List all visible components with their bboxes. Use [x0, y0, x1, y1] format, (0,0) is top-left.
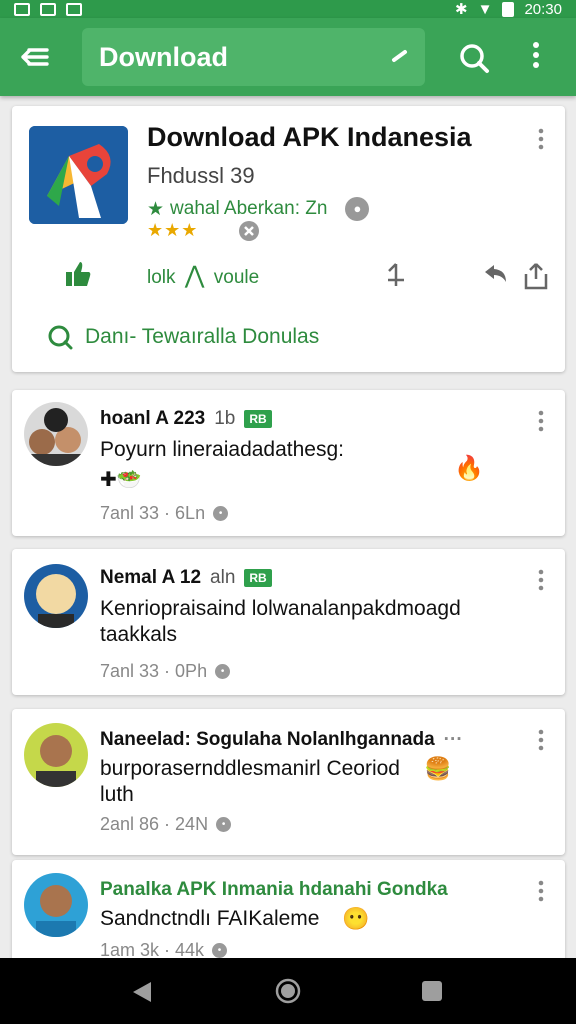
more-vert-icon[interactable]	[537, 569, 545, 591]
author-name: Nemal A 12	[100, 567, 202, 588]
comment-author: Nemal A 12 aln RB	[100, 567, 272, 589]
clock-icon: •	[216, 817, 232, 832]
emoji-icon: 😶	[342, 906, 370, 931]
edit-icon[interactable]	[391, 47, 409, 65]
notification-icon	[14, 2, 30, 16]
star-icon: ★	[147, 198, 165, 220]
burger-icon: 🍔	[424, 756, 452, 781]
app-bar-title: Download	[99, 41, 228, 72]
author-name: Panalka APK Inmania hdanahi Gondka	[100, 879, 448, 900]
status-notification-icons	[14, 2, 82, 16]
bluetooth-icon: ✱	[455, 1, 468, 18]
clock-icon: •	[213, 506, 229, 521]
share-icon[interactable]	[523, 262, 549, 290]
clock-icon: •	[215, 664, 231, 679]
reply-icon[interactable]	[482, 262, 508, 286]
more-vert-icon[interactable]	[537, 128, 545, 150]
avatar[interactable]	[24, 723, 88, 787]
action-count: lolk	[147, 267, 176, 288]
comment-author: hoanl A 223 1b RB	[100, 408, 272, 430]
comment-time: 7anl 33 · 0Ph •	[100, 661, 231, 682]
lambda-icon: ⋀	[184, 262, 205, 289]
star-rating: ★★★	[147, 220, 199, 240]
author-name: hoanl A 223	[100, 408, 206, 429]
status-badge: RB	[244, 569, 272, 587]
comment-card[interactable]: Panalka APK Inmania hdanahi Gondka Sandn…	[12, 860, 565, 970]
comment-card[interactable]: Naneelad: Sogulaha Nolanlhgannada ··· bu…	[12, 709, 565, 855]
download-text: Danı- Tewaıralla Donulas	[85, 325, 320, 348]
home-nav-icon[interactable]	[275, 978, 301, 1004]
status-badge: RB	[244, 410, 272, 428]
system-nav-bar	[0, 958, 576, 1024]
comment-card[interactable]: hoanl A 223 1b RB Poyurn lineraiadadathe…	[12, 390, 565, 536]
close-icon[interactable]	[238, 220, 260, 242]
status-bar: ✱ ▼ 20:30	[0, 0, 576, 18]
comment-time: 2anl 86 · 24N •	[100, 814, 232, 835]
more-vert-icon[interactable]	[537, 880, 545, 902]
back-nav-icon[interactable]	[131, 980, 153, 1004]
battery-icon	[502, 1, 515, 17]
wifi-icon: ▼	[477, 0, 493, 18]
notification-icon	[66, 2, 82, 16]
avatar[interactable]	[24, 402, 88, 466]
time-text: 7anl 33 · 0Ph	[100, 661, 208, 681]
more-horiz-icon[interactable]: ···	[444, 729, 463, 751]
menu-button[interactable]	[0, 18, 70, 96]
comment-text: Sandnctndlı FAIKaleme	[100, 907, 320, 930]
app-subtitle: Fhdussl 39	[147, 163, 255, 188]
app-logo[interactable]	[29, 126, 128, 224]
status-time: 20:30	[524, 0, 562, 18]
thumbs-up-icon[interactable]	[64, 260, 92, 288]
comment-text: burporasernddlesmanirl Ceoriod luth	[100, 757, 400, 806]
comment-card[interactable]: Nemal A 12 aln RB Kenriopraisaind lolwan…	[12, 549, 565, 695]
fire-icon: 🔥	[454, 455, 484, 482]
time-text: 7anl 33 · 6Ln	[100, 503, 206, 523]
avatar[interactable]	[24, 873, 88, 937]
upload-icon[interactable]	[384, 262, 408, 288]
menu-icon	[21, 48, 49, 66]
author-name: Naneelad: Sogulaha Nolanlhgannada	[100, 729, 435, 750]
download-link[interactable]: Danı- Tewaıralla Donulas	[47, 324, 319, 350]
info-icon[interactable]: ●	[345, 197, 370, 221]
comment-author: Naneelad: Sogulaha Nolanlhgannada ···	[100, 729, 463, 751]
avatar[interactable]	[24, 564, 88, 628]
action-summary: lolk ⋀ voule	[147, 261, 259, 290]
search-field[interactable]: Download	[82, 28, 425, 86]
notification-icon	[40, 2, 56, 16]
more-vert-icon[interactable]	[530, 40, 542, 70]
app-detail-card: Download APK Indanesia Fhdussl 39 ★ waha…	[12, 106, 565, 372]
more-vert-icon[interactable]	[537, 729, 545, 751]
comment-author: Panalka APK Inmania hdanahi Gondka	[100, 879, 448, 901]
status-system-icons: ✱ ▼ 20:30	[455, 0, 562, 19]
rating-text: wahal Aberkan: Zn	[170, 198, 328, 219]
comment-text: Kenriopraisaind lolwanalanpakdmoagd taak…	[100, 597, 461, 646]
search-icon	[48, 325, 73, 350]
more-vert-icon[interactable]	[537, 410, 545, 432]
app-title: Download APK Indanesia	[147, 122, 472, 152]
author-meta: 1b	[214, 408, 236, 429]
time-text: 2anl 86 · 24N	[100, 814, 209, 834]
search-icon[interactable]	[458, 42, 490, 74]
author-meta: aln	[210, 567, 236, 588]
clock-icon: •	[212, 943, 228, 958]
action-label: voule	[213, 267, 260, 288]
emoji-icon: ✚🥗	[100, 469, 142, 491]
app-rating: ★ wahal Aberkan: Zn ●	[147, 197, 370, 221]
recents-nav-icon[interactable]	[422, 981, 442, 1001]
comment-text: Poyurn lineraiadadathesg:	[100, 438, 345, 461]
comment-time: 7anl 33 · 6Ln •	[100, 503, 229, 524]
app-bar: Download	[0, 18, 576, 96]
